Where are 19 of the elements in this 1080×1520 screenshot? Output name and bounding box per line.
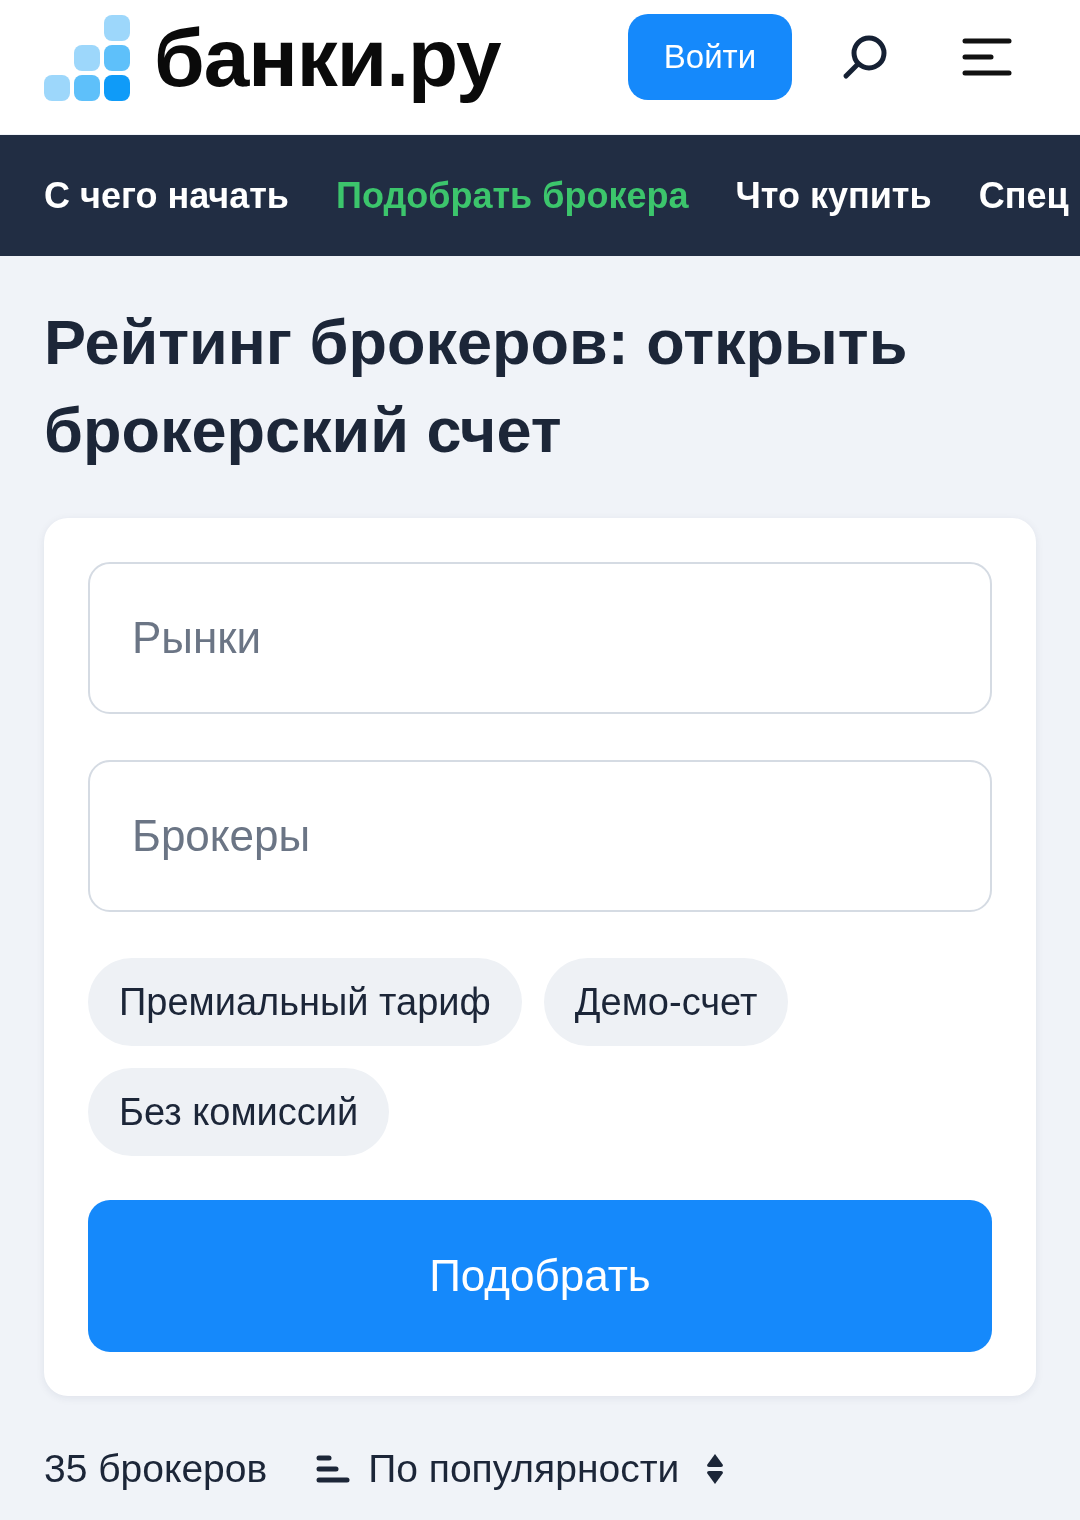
login-button[interactable]: Войти [628, 14, 792, 100]
sort-icon[interactable] [316, 1455, 351, 1483]
sort-dropdown[interactable]: По популярности [368, 1447, 680, 1491]
menu-icon[interactable] [962, 37, 1012, 77]
results-count: 35 брокеров [44, 1447, 268, 1491]
sort-caret-icon[interactable] [706, 1453, 725, 1485]
logo-icon[interactable] [44, 15, 130, 101]
nav-tab[interactable]: Что купить [735, 174, 932, 217]
select-field[interactable]: Брокеры [88, 760, 992, 912]
filter-chip[interactable]: Без комиссий [88, 1068, 390, 1156]
submit-button[interactable]: Подобрать [88, 1200, 992, 1352]
filter-chip[interactable]: Премиальный тариф [88, 958, 522, 1046]
select-field[interactable]: Рынки [88, 562, 992, 714]
filter-chip[interactable]: Демо-счет [543, 958, 789, 1046]
nav-tab[interactable]: Спец [978, 174, 1069, 217]
nav-tab[interactable]: Подобрать брокера [336, 174, 689, 217]
page-title: Рейтинг брокеров: открыть брокерский счет [44, 306, 909, 467]
search-icon[interactable] [842, 34, 888, 80]
nav-tab[interactable]: С чего начать [44, 174, 289, 217]
